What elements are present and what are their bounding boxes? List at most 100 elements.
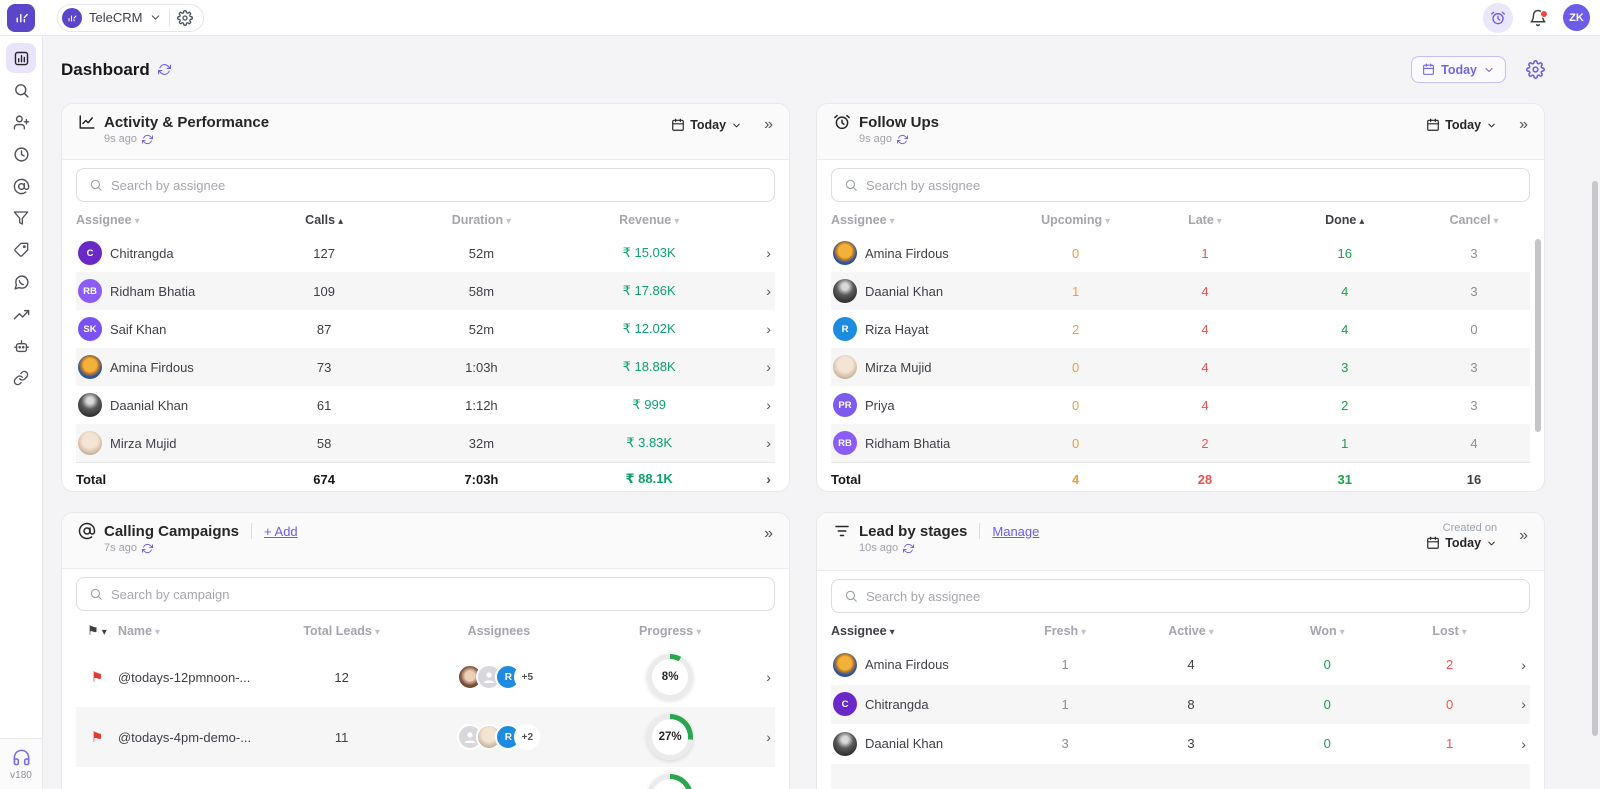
- column-header[interactable]: Assignees▾: [405, 624, 594, 638]
- table-row[interactable]: Daanial Khan1443: [831, 272, 1530, 310]
- table-row[interactable]: Amina Firdous1402›: [831, 645, 1530, 685]
- followups-search-input[interactable]: [866, 178, 1517, 193]
- campaign-row[interactable]: [76, 767, 775, 789]
- refresh-icon[interactable]: [142, 543, 153, 554]
- sort-caret-icon: ▾: [135, 216, 140, 227]
- chevron-right-icon[interactable]: ›: [1502, 696, 1530, 712]
- sort-caret-icon: ▾: [1081, 627, 1086, 638]
- assignee-cell: Amina Firdous: [76, 355, 258, 379]
- column-header[interactable]: Calls▴: [258, 213, 391, 227]
- sort-caret-icon: ▴: [338, 216, 343, 227]
- refresh-icon[interactable]: [897, 134, 908, 145]
- column-header[interactable]: Lost▾: [1397, 624, 1502, 638]
- reminders-button[interactable]: [1483, 3, 1513, 33]
- workspace-settings-icon[interactable]: [177, 10, 193, 26]
- expand-panel-icon[interactable]: »: [1519, 117, 1528, 133]
- campaigns-search-input[interactable]: [111, 587, 762, 602]
- chevron-right-icon[interactable]: ›: [726, 435, 775, 451]
- refresh-icon[interactable]: [903, 543, 914, 554]
- sidebar-item-filters[interactable]: [0, 202, 43, 234]
- sidebar-item-tags[interactable]: [0, 234, 43, 266]
- expand-panel-icon[interactable]: »: [764, 117, 773, 133]
- column-header[interactable]: Late▾: [1139, 213, 1272, 227]
- column-header[interactable]: Total Leads▾: [279, 624, 405, 638]
- table-row[interactable]: SKSaif Khan8752m₹ 12.02K›: [76, 310, 775, 348]
- panel-scrollbar[interactable]: [1535, 239, 1541, 432]
- add-campaign-link[interactable]: + Add: [264, 524, 298, 539]
- stages-search-input[interactable]: [866, 589, 1517, 604]
- sidebar-item-search[interactable]: [0, 74, 43, 106]
- chevron-right-icon[interactable]: ›: [726, 397, 775, 413]
- column-header[interactable]: Won▾: [1257, 624, 1397, 638]
- chevron-right-icon[interactable]: ›: [726, 471, 775, 487]
- refresh-icon[interactable]: [158, 63, 171, 76]
- table-row[interactable]: PRPriya0423: [831, 386, 1530, 424]
- chevron-right-icon[interactable]: ›: [726, 321, 775, 337]
- table-row[interactable]: RRiza Hayat2440: [831, 310, 1530, 348]
- expand-panel-icon[interactable]: »: [764, 526, 773, 542]
- column-header[interactable]: Duration▾: [391, 213, 573, 227]
- panel-date-filter[interactable]: Today: [671, 118, 742, 132]
- page-scrollbar[interactable]: [1592, 181, 1598, 736]
- table-row[interactable]: Mirza Mujid5832m₹ 3.83K›: [76, 424, 775, 462]
- sidebar-item-whatsapp[interactable]: [0, 266, 43, 298]
- panel-date-filter[interactable]: Today: [1426, 536, 1497, 550]
- sidebar-item-campaigns[interactable]: [0, 170, 43, 202]
- assignee-name: Daanial Khan: [865, 284, 943, 299]
- activity-search-input[interactable]: [111, 178, 762, 193]
- expand-panel-icon[interactable]: »: [1519, 528, 1528, 544]
- table-row[interactable]: CChitrangda1800›: [831, 685, 1530, 725]
- chevron-right-icon[interactable]: ›: [726, 245, 775, 261]
- sort-caret-icon: ▾: [375, 627, 380, 638]
- chevron-right-icon[interactable]: ›: [726, 283, 775, 299]
- app-logo[interactable]: [7, 4, 35, 32]
- sidebar-item-reports[interactable]: [0, 298, 43, 330]
- chevron-right-icon[interactable]: ›: [1502, 736, 1530, 752]
- column-header[interactable]: Active▾: [1125, 624, 1258, 638]
- late-value: 2: [1139, 436, 1272, 451]
- panel-date-filter[interactable]: Today: [1426, 118, 1497, 132]
- column-header[interactable]: Revenue▾: [572, 213, 726, 227]
- table-row[interactable]: RBRidham Bhatia10958m₹ 17.86K›: [76, 272, 775, 310]
- refresh-icon[interactable]: [142, 134, 153, 145]
- campaign-row[interactable]: ⚑@todays-12pmnoon-...12R+58%›: [76, 647, 775, 707]
- column-header[interactable]: Done▴: [1271, 213, 1418, 227]
- workspace-switcher[interactable]: TeleCRM: [57, 4, 204, 32]
- column-header[interactable]: Progress▾: [593, 624, 747, 638]
- chevron-right-icon[interactable]: ›: [1502, 657, 1530, 673]
- user-avatar[interactable]: ZK: [1563, 4, 1590, 31]
- campaign-row[interactable]: ⚑@todays-4pm-demo-...11R+227%›: [76, 707, 775, 767]
- activity-total-row[interactable]: Total6747:03h₹ 88.1K›: [76, 462, 775, 492]
- chevron-right-icon[interactable]: ›: [747, 669, 775, 685]
- sidebar-item-automation[interactable]: [0, 330, 43, 362]
- table-row[interactable]: Daanial Khan3301›: [831, 724, 1530, 764]
- sidebar-item-add-lead[interactable]: [0, 106, 43, 138]
- support-headset-icon[interactable]: [12, 748, 31, 767]
- date-filter-button[interactable]: Today: [1411, 56, 1506, 83]
- sidebar-item-history[interactable]: [0, 138, 43, 170]
- table-row[interactable]: RBRidham Bhatia0214: [831, 424, 1530, 462]
- table-row[interactable]: Amina Firdous731:03h₹ 18.88K›: [76, 348, 775, 386]
- sidebar-item-dashboard[interactable]: [0, 42, 43, 74]
- notifications-button[interactable]: [1529, 9, 1547, 27]
- column-header[interactable]: Assignee▾: [831, 213, 1013, 227]
- manage-stages-link[interactable]: Manage: [992, 524, 1039, 539]
- dashboard-settings-icon[interactable]: [1526, 60, 1545, 79]
- table-row[interactable]: CChitrangda12752m₹ 15.03K›: [76, 234, 775, 272]
- table-row[interactable]: Mirza Mujid0433: [831, 348, 1530, 386]
- table-row[interactable]: Amina Firdous01163: [831, 234, 1530, 272]
- column-header[interactable]: Name▾: [118, 624, 279, 638]
- followups-total-row[interactable]: Total4283116: [831, 462, 1530, 492]
- chevron-right-icon[interactable]: ›: [726, 359, 775, 375]
- column-header[interactable]: Fresh▾: [1006, 624, 1125, 638]
- column-header[interactable]: Upcoming▾: [1013, 213, 1139, 227]
- sidebar-item-integrations[interactable]: [0, 362, 43, 394]
- chevron-right-icon[interactable]: ›: [747, 729, 775, 745]
- calendar-icon: [1426, 118, 1440, 132]
- table-row[interactable]: Daanial Khan611:12h₹ 999›: [76, 386, 775, 424]
- column-header[interactable]: Assignee▾: [831, 624, 1006, 638]
- column-header[interactable]: Cancel▾: [1418, 213, 1530, 227]
- table-row[interactable]: [831, 764, 1530, 789]
- flag-column-header[interactable]: ⚑▾: [76, 623, 118, 639]
- column-header[interactable]: Assignee▾: [76, 213, 258, 227]
